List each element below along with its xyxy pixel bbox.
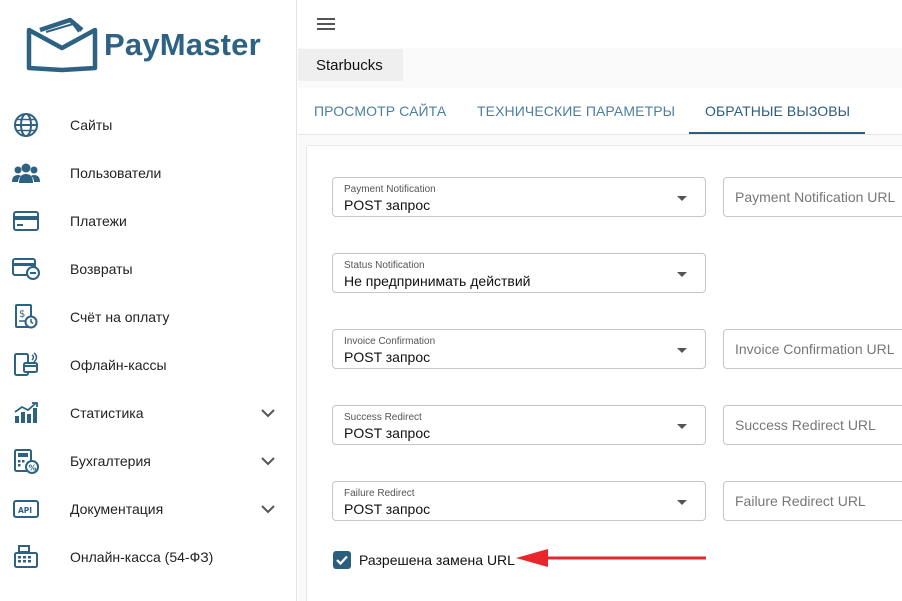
sidebar-item-label: Счёт на оплату <box>70 309 170 325</box>
chevron-down-icon[interactable] <box>260 454 276 468</box>
api-doc-icon: API <box>12 497 40 521</box>
field-label: Status Notification <box>344 260 425 271</box>
failure-redirect-url-field[interactable] <box>723 481 902 521</box>
field-label: Payment Notification <box>344 184 436 195</box>
payment-notification-url-input[interactable] <box>724 178 902 216</box>
tab-site-overview[interactable]: ПРОСМОТР САЙТА <box>314 103 446 119</box>
users-icon <box>12 161 40 185</box>
failure-redirect-select[interactable]: Failure Redirect POST запрос <box>332 481 706 521</box>
sidebar-item-label: Возвраты <box>70 261 133 277</box>
tab-callbacks[interactable]: ОБРАТНЫЕ ВЫЗОВЫ <box>705 103 850 119</box>
caret-down-icon <box>677 500 687 505</box>
annotation-arrow-icon <box>516 549 706 567</box>
invoice-confirmation-select[interactable]: Invoice Confirmation POST запрос <box>332 329 706 369</box>
app-window: PayMaster Сайты Пользователи Платежи Воз… <box>0 0 902 601</box>
invoice-confirmation-url-input[interactable] <box>724 330 902 368</box>
sidebar-item-invoice[interactable]: $ Счёт на оплату <box>0 293 297 341</box>
svg-text:$: $ <box>19 309 25 320</box>
sidebar-item-label: Статистика <box>70 405 144 421</box>
allow-url-override-row: Разрешена замена URL <box>333 550 515 570</box>
svg-text:API: API <box>18 506 32 515</box>
sidebar-item-label: Пользователи <box>70 165 162 181</box>
field-value: POST запрос <box>344 501 431 517</box>
bar-chart-icon <box>12 401 40 425</box>
tab-technical-parameters[interactable]: ТЕХНИЧЕСКИЕ ПАРАМЕТРЫ <box>477 103 675 119</box>
sidebar-item-accounting[interactable]: % Бухгалтерия <box>0 437 297 485</box>
allow-url-override-label: Разрешена замена URL <box>359 552 515 568</box>
status-notification-select[interactable]: Status Notification Не предпринимать дей… <box>332 253 706 293</box>
cash-register-icon <box>12 545 40 569</box>
sidebar-item-label: Бухгалтерия <box>70 453 151 469</box>
paymaster-logo[interactable]: PayMaster <box>26 16 261 74</box>
success-redirect-url-input[interactable] <box>724 406 902 444</box>
top-bar <box>298 0 902 48</box>
chevron-down-icon[interactable] <box>260 502 276 516</box>
checkmark-icon <box>336 555 348 566</box>
payment-notification-url-field[interactable] <box>723 177 902 217</box>
sidebar-item-users[interactable]: Пользователи <box>0 149 297 197</box>
caret-down-icon <box>677 424 687 429</box>
credit-card-icon <box>12 209 40 233</box>
callbacks-card: Payment Notification POST запрос Status … <box>306 145 902 601</box>
main-content: Starbucks ПРОСМОТР САЙТА ТЕХНИЧЕСКИЕ ПАР… <box>298 0 902 601</box>
field-value: POST запрос <box>344 197 431 213</box>
tab-bar: ПРОСМОТР САЙТА ТЕХНИЧЕСКИЕ ПАРАМЕТРЫ ОБР… <box>298 88 902 135</box>
globe-icon <box>12 113 40 137</box>
sidebar-item-online-register[interactable]: Онлайн-касса (54-ФЗ) <box>0 533 297 581</box>
caret-down-icon <box>677 348 687 353</box>
sidebar-item-label: Сайты <box>70 117 113 133</box>
svg-text:%: % <box>29 464 37 473</box>
failure-redirect-url-input[interactable] <box>724 482 902 520</box>
field-label: Success Redirect <box>344 412 422 423</box>
sidebar-item-label: Онлайн-касса (54-ФЗ) <box>70 549 214 565</box>
field-value: Не предпринимать действий <box>344 273 531 289</box>
success-redirect-url-field[interactable] <box>723 405 902 445</box>
payment-notification-select[interactable]: Payment Notification POST запрос <box>332 177 706 217</box>
hamburger-menu-icon[interactable] <box>314 12 338 36</box>
pos-terminal-icon <box>12 352 40 377</box>
site-name-chip: Starbucks <box>298 49 403 81</box>
sidebar-item-label: Платежи <box>70 213 127 229</box>
accounting-icon: % <box>12 449 40 474</box>
sidebar-item-sites[interactable]: Сайты <box>0 101 297 149</box>
caret-down-icon <box>677 196 687 201</box>
field-label: Invoice Confirmation <box>344 336 436 347</box>
sidebar-nav: Сайты Пользователи Платежи Возвраты $ Сч… <box>0 101 297 581</box>
field-value: POST запрос <box>344 349 431 365</box>
refund-card-icon <box>12 257 40 281</box>
sidebar-item-payments[interactable]: Платежи <box>0 197 297 245</box>
sidebar: PayMaster Сайты Пользователи Платежи Воз… <box>0 0 297 601</box>
sidebar-item-documentation[interactable]: API Документация <box>0 485 297 533</box>
sidebar-item-label: Документация <box>70 501 164 517</box>
sidebar-item-offline-pos[interactable]: Офлайн-кассы <box>0 341 297 389</box>
active-tab-indicator <box>689 132 865 134</box>
invoice-confirmation-url-field[interactable] <box>723 329 902 369</box>
field-value: POST запрос <box>344 425 431 441</box>
brand-name: PayMaster <box>104 27 261 62</box>
wallet-logo-icon <box>26 17 98 73</box>
caret-down-icon <box>677 272 687 277</box>
sidebar-item-label: Офлайн-кассы <box>70 357 167 373</box>
invoice-icon: $ <box>12 304 40 329</box>
success-redirect-select[interactable]: Success Redirect POST запрос <box>332 405 706 445</box>
sidebar-item-refunds[interactable]: Возвраты <box>0 245 297 293</box>
field-label: Failure Redirect <box>344 488 415 499</box>
allow-url-override-checkbox[interactable] <box>333 551 351 569</box>
sidebar-item-statistics[interactable]: Статистика <box>0 389 297 437</box>
chevron-down-icon[interactable] <box>260 406 276 420</box>
